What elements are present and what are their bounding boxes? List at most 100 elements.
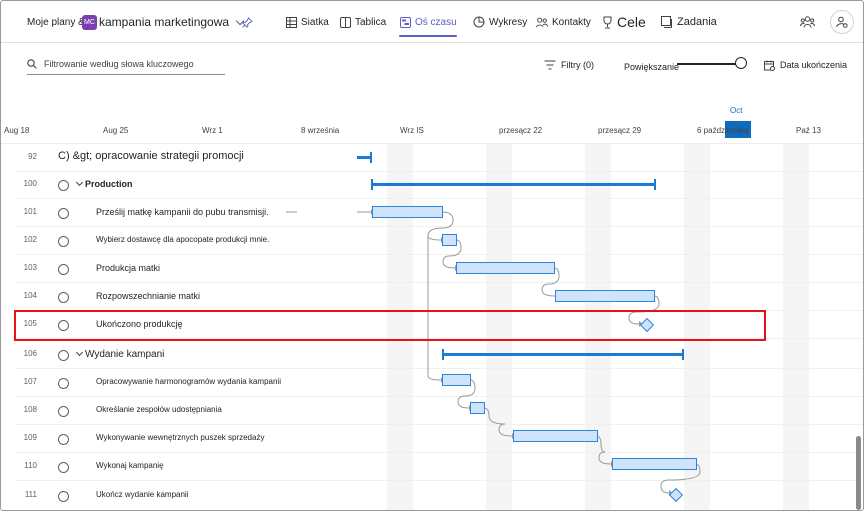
tab-tasks-label: Zadania <box>677 16 717 28</box>
tasks-icon <box>661 16 673 28</box>
pin-icon[interactable] <box>242 1 253 43</box>
filters-label: Filtry (0) <box>561 60 594 70</box>
tab-board-label: Tablica <box>355 16 387 28</box>
finish-date-label: Data ukończenia <box>780 60 848 70</box>
date-label: 6 października <box>697 126 749 135</box>
row-number: 108 <box>23 405 37 414</box>
complete-checkbox[interactable] <box>58 491 69 502</box>
settings-person-icon[interactable] <box>830 10 854 34</box>
complete-checkbox[interactable] <box>58 292 69 303</box>
row-divider <box>15 480 863 481</box>
summary-bar[interactable] <box>357 152 372 163</box>
group-title[interactable]: Wydanie kampani <box>85 349 164 360</box>
task-title[interactable]: Wybierz dostawcę dla apocopate produkcji… <box>96 235 269 244</box>
row-number: 103 <box>23 263 37 272</box>
task-row[interactable]: 104 Rozpowszechnianie matki <box>1 283 863 311</box>
row-number: 92 <box>28 152 37 161</box>
filters-button[interactable]: Filtry (0) <box>544 56 594 74</box>
task-row[interactable]: 103 Produkcja matki <box>1 255 863 283</box>
task-bar[interactable] <box>470 402 485 414</box>
tab-grid-label: Siatka <box>301 16 329 28</box>
task-row[interactable]: 108 Określanie zespołów udostępniania <box>1 397 863 425</box>
date-label: Wrz IS <box>400 126 424 135</box>
group-row[interactable]: 106 Wydanie kampani <box>1 341 863 369</box>
tab-board[interactable]: Tablica <box>339 1 386 43</box>
filter-icon <box>544 60 556 70</box>
task-row[interactable]: 109 Wykonywanie wewnętrznych puszek sprz… <box>1 425 863 453</box>
tab-timeline-label: Oś czasu <box>415 16 457 28</box>
task-title[interactable]: Określanie zespołów udostępniania <box>96 405 222 414</box>
tab-goals[interactable]: Cele <box>601 1 646 43</box>
top-bar: Moje plany &gt; MC kampania marketingowa… <box>1 1 863 43</box>
row-number: 109 <box>23 433 37 442</box>
complete-checkbox[interactable] <box>58 434 69 445</box>
task-bar[interactable] <box>555 290 655 302</box>
grid-icon <box>285 16 297 28</box>
planner-window: Moje plany &gt; MC kampania marketingowa… <box>0 0 864 511</box>
search-placeholder: Filtrowanie według słowa kluczowego <box>44 59 194 69</box>
group-title[interactable]: Production <box>85 179 133 189</box>
tab-tasks[interactable]: Zadania <box>661 1 717 43</box>
task-row[interactable]: 110 Wykonaj kampanię <box>1 453 863 481</box>
task-title[interactable]: Rozpowszechnianie matki <box>96 291 200 301</box>
summary-bar[interactable] <box>371 179 656 190</box>
complete-checkbox[interactable] <box>58 378 69 389</box>
row-number: 111 <box>24 490 37 499</box>
board-icon <box>339 16 351 28</box>
members-icon[interactable] <box>800 1 815 43</box>
tab-people[interactable]: Kontakty <box>536 1 591 43</box>
search-input[interactable]: Filtrowanie według słowa kluczowego <box>27 54 225 75</box>
vertical-scrollbar[interactable] <box>856 436 861 510</box>
zoom-label: Powiększanie <box>624 58 679 76</box>
task-row[interactable]: 92 C) &gt; opracowanie strategii promocj… <box>1 144 863 172</box>
plan-selector[interactable]: MC kampania marketingowa <box>82 1 245 43</box>
tab-timeline[interactable]: Oś czasu <box>399 1 457 43</box>
task-title[interactable]: Produkcja matki <box>96 263 160 273</box>
task-bar[interactable] <box>513 430 598 442</box>
plan-avatar: MC <box>82 14 97 30</box>
tab-charts[interactable]: Wykresy <box>473 1 527 43</box>
zoom-label-text: Powiększanie <box>624 62 680 72</box>
complete-checkbox[interactable] <box>58 180 69 191</box>
task-row[interactable]: 111 Ukończ wydanie kampanii <box>1 482 863 510</box>
row-number: 110 <box>24 461 37 470</box>
task-title[interactable]: Wykonaj kampanię <box>96 461 164 470</box>
task-row[interactable]: 107 Opracowywanie harmonogramów wydania … <box>1 369 863 397</box>
task-title[interactable]: Ukończ wydanie kampanii <box>96 490 189 499</box>
row-number: 100 <box>23 179 37 188</box>
search-icon <box>27 59 37 69</box>
task-row[interactable]: 102 Wybierz dostawcę dla apocopate produ… <box>1 227 863 255</box>
task-bar[interactable] <box>442 234 457 246</box>
task-title[interactable]: Wykonywanie wewnętrznych puszek sprzedaż… <box>96 433 264 442</box>
timeline-header: Oct Aug 18 Aug 25 Wrz 1 8 września Wrz I… <box>1 96 863 144</box>
task-bar[interactable] <box>456 262 555 274</box>
complete-checkbox[interactable] <box>58 350 69 361</box>
task-title[interactable]: Prześlij matkę kampanii do pubu transmis… <box>96 207 269 217</box>
chevron-down-icon[interactable] <box>75 348 84 357</box>
complete-checkbox[interactable] <box>58 406 69 417</box>
zoom-slider-track[interactable] <box>677 63 739 65</box>
complete-checkbox[interactable] <box>58 208 69 219</box>
task-bar[interactable] <box>372 206 443 218</box>
zoom-slider-handle[interactable] <box>735 57 747 69</box>
people-icon <box>536 16 548 28</box>
date-label: 8 września <box>301 126 340 135</box>
date-label: Aug 25 <box>103 126 129 135</box>
chevron-down-icon[interactable] <box>75 178 84 187</box>
task-title[interactable]: Opracowywanie harmonogramów wydania kamp… <box>96 377 281 386</box>
complete-checkbox[interactable] <box>58 462 69 473</box>
calendar-icon <box>764 60 775 71</box>
task-bar[interactable] <box>612 458 697 470</box>
date-label: Paź 13 <box>796 126 821 135</box>
tab-grid[interactable]: Siatka <box>285 1 329 43</box>
task-bar[interactable] <box>442 374 471 386</box>
selection-highlight <box>14 310 766 341</box>
complete-checkbox[interactable] <box>58 236 69 247</box>
complete-checkbox[interactable] <box>58 264 69 275</box>
summary-bar[interactable] <box>442 349 684 360</box>
finish-date-button[interactable]: Data ukończenia <box>764 56 847 74</box>
task-title[interactable]: C) &gt; opracowanie strategii promocji <box>58 150 244 162</box>
date-label: Aug 18 <box>4 126 30 135</box>
date-label: Wrz 1 <box>202 126 223 135</box>
row-number: 106 <box>23 349 37 358</box>
